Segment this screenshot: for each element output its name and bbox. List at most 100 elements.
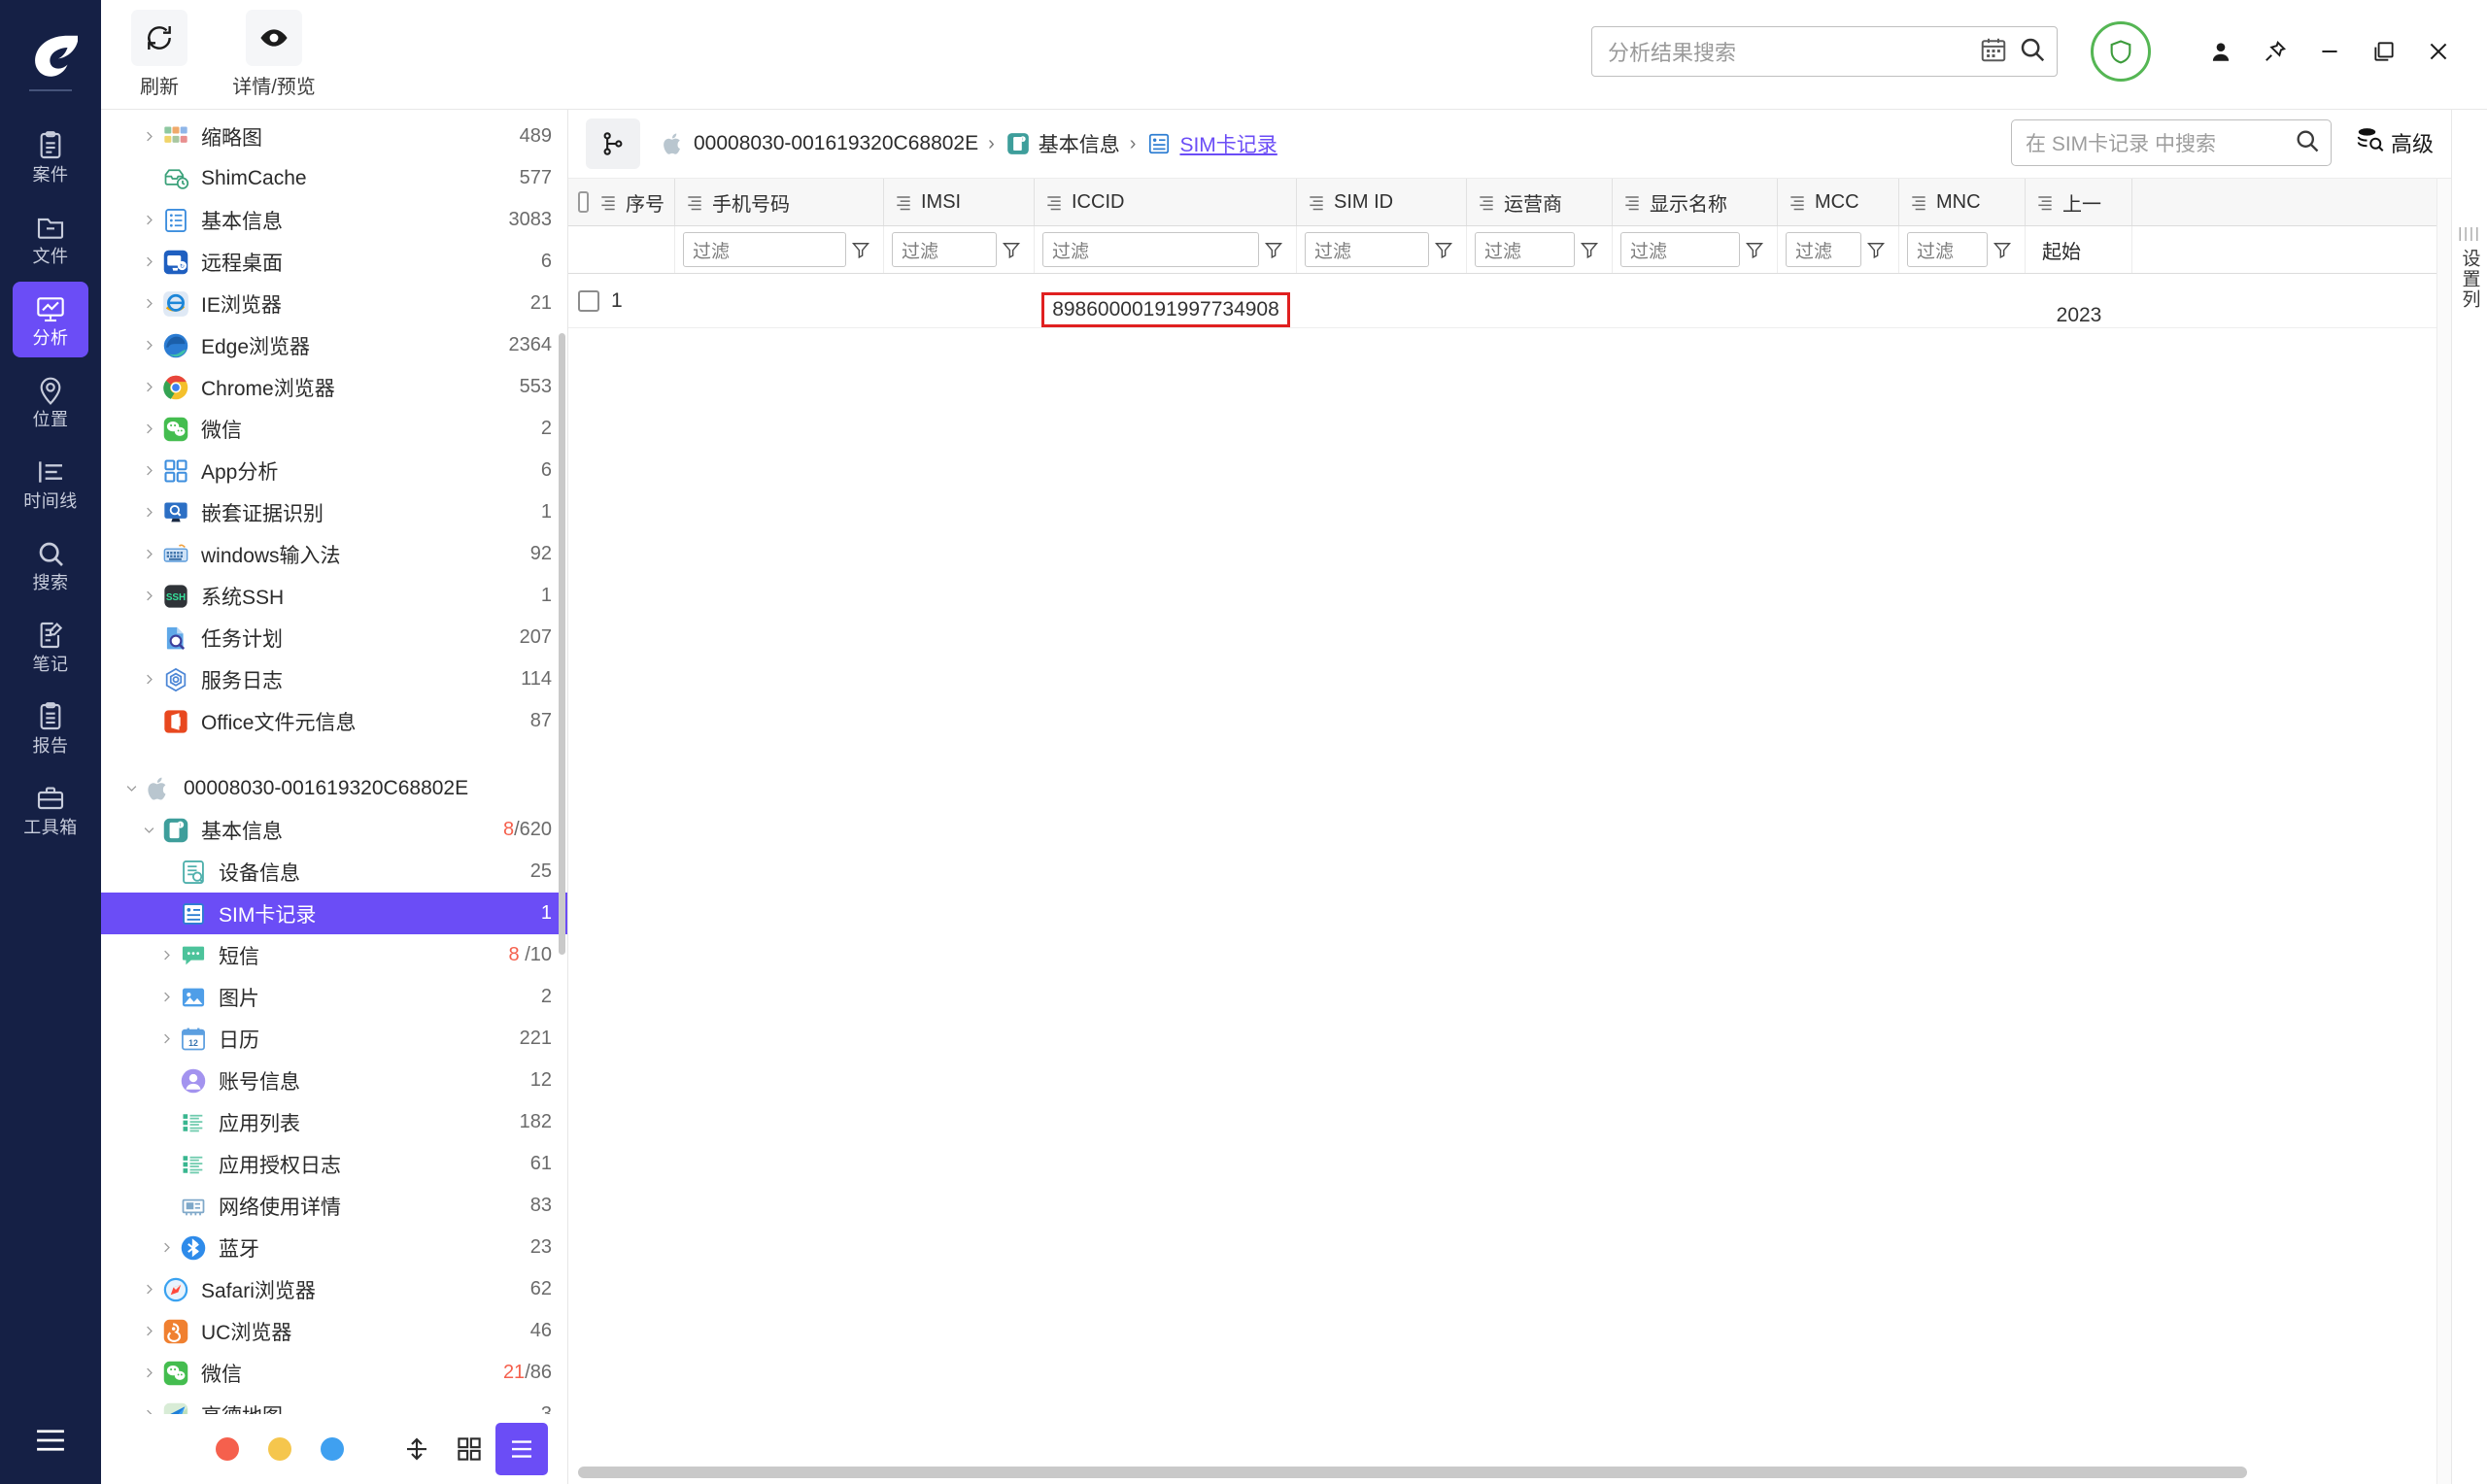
list-search[interactable]: 在 SIM卡记录 中搜索 [2010, 119, 2332, 166]
column-menu-icon[interactable] [685, 192, 704, 212]
tree-item[interactable]: 嵌套证据识别 1 [101, 491, 567, 533]
tree-item[interactable]: 应用列表 182 [101, 1101, 567, 1143]
tree-item[interactable]: 短信 8 /10 [101, 934, 567, 976]
table-row[interactable]: 1 89860000191997734908 2023 [568, 274, 2451, 328]
column-header-seq[interactable]: 序号 [568, 179, 675, 225]
tree-item[interactable]: ↻ 远程桌面 6 [101, 241, 567, 283]
chevron-right-icon[interactable] [136, 296, 161, 311]
chevron-down-icon[interactable] [136, 823, 161, 837]
sidebar-item-toolbox[interactable]: 工具箱 [13, 771, 88, 847]
column-menu-icon[interactable] [1788, 192, 1807, 212]
tree-item-selected[interactable]: SIM卡记录 1 [101, 893, 567, 934]
column-header-imsi[interactable]: IMSI [884, 179, 1035, 225]
filter-input-display[interactable]: 过滤 [1620, 232, 1740, 267]
column-header-lastuse[interactable]: 上一 [2026, 179, 2132, 225]
chevron-right-icon[interactable] [153, 948, 179, 962]
branch-icon[interactable] [586, 118, 640, 169]
close-button[interactable] [2411, 29, 2466, 74]
chevron-right-icon[interactable] [136, 213, 161, 227]
detail-preview-button[interactable]: 详情/预览 [216, 10, 332, 99]
tree-item[interactable]: 网络使用详情 83 [101, 1185, 567, 1227]
chevron-right-icon[interactable] [136, 338, 161, 353]
hamburger-menu-icon[interactable] [0, 1424, 101, 1457]
pin-button[interactable] [2248, 29, 2302, 74]
funnel-icon[interactable] [1861, 240, 1891, 259]
funnel-icon[interactable] [846, 240, 875, 259]
column-header-simid[interactable]: SIM ID [1297, 179, 1467, 225]
filter-input-mcc[interactable]: 过滤 [1786, 232, 1861, 267]
funnel-icon[interactable] [1575, 240, 1604, 259]
tree-item[interactable]: 微信 2 [101, 408, 567, 450]
tree-item[interactable]: 微信 21/86 [101, 1352, 567, 1394]
filter-input-simid[interactable]: 过滤 [1305, 232, 1429, 267]
column-header-display[interactable]: 显示名称 [1613, 179, 1778, 225]
column-menu-icon[interactable] [1044, 192, 1064, 212]
tree-item[interactable]: ShimCache 577 [101, 157, 567, 199]
sidebar-item-analysis[interactable]: 分析 [13, 282, 88, 357]
global-search[interactable]: 分析结果搜索 [1591, 26, 2058, 77]
grid-view-button[interactable] [443, 1423, 495, 1475]
account-button[interactable] [2194, 29, 2248, 74]
search-icon[interactable] [2294, 127, 2321, 159]
chevron-right-icon[interactable] [136, 589, 161, 603]
chevron-right-icon[interactable] [136, 1282, 161, 1297]
column-menu-icon[interactable] [1477, 192, 1496, 212]
tree-item[interactable]: windows输入法 92 [101, 533, 567, 575]
global-search-input[interactable]: 分析结果搜索 [1608, 36, 1969, 67]
sort-button[interactable] [391, 1423, 443, 1475]
sidebar-item-report[interactable]: 报告 [13, 690, 88, 765]
shield-check-icon[interactable] [2091, 21, 2151, 82]
chevron-right-icon[interactable] [136, 1407, 161, 1414]
chevron-right-icon[interactable] [153, 990, 179, 1004]
column-menu-icon[interactable] [1307, 192, 1326, 212]
chevron-right-icon[interactable] [136, 254, 161, 269]
sidebar-item-timeline[interactable]: 时间线 [13, 445, 88, 521]
evidence-tree[interactable]: 缩略图 489 ShimCache 577 基本信息 3083 ↻ 远程桌面 6 IE浏览器 21 E… [101, 110, 567, 1414]
restore-button[interactable] [2357, 29, 2411, 74]
chevron-right-icon[interactable] [136, 505, 161, 520]
column-header-mcc[interactable]: MCC [1778, 179, 1899, 225]
chevron-right-icon[interactable] [136, 463, 161, 478]
column-menu-icon[interactable] [894, 192, 913, 212]
funnel-icon[interactable] [1988, 240, 2017, 259]
chevron-right-icon[interactable] [153, 1240, 179, 1255]
sidebar-item-case[interactable]: 案件 [13, 118, 88, 194]
tree-item[interactable]: 12 日历 221 [101, 1018, 567, 1060]
sidebar-item-search[interactable]: 搜索 [13, 526, 88, 602]
sidebar-item-files[interactable]: 文件 [13, 200, 88, 276]
chevron-right-icon[interactable] [136, 422, 161, 436]
tree-item[interactable]: 服务日志 114 [101, 658, 567, 700]
column-header-mnc[interactable]: MNC [1899, 179, 2026, 225]
tree-item[interactable]: 高德地图 3 [101, 1394, 567, 1414]
column-menu-icon[interactable] [598, 192, 618, 212]
sidebar-item-location[interactable]: 位置 [13, 363, 88, 439]
select-all-checkbox[interactable] [578, 191, 589, 213]
tree-item[interactable]: 基本信息 3083 [101, 199, 567, 241]
tree-item[interactable]: 账号信息 12 [101, 1060, 567, 1101]
vertical-scrollbar[interactable] [2436, 179, 2451, 1484]
filter-input-phone[interactable]: 过滤 [683, 232, 846, 267]
refresh-button[interactable]: 刷新 [124, 10, 194, 99]
tree-item[interactable]: SSH 系统SSH 1 [101, 575, 567, 617]
filter-input-imsi[interactable]: 过滤 [892, 232, 997, 267]
breadcrumb-item-device[interactable]: 00008030-001619320C68802E [660, 130, 978, 157]
column-header-phone[interactable]: 手机号码 [675, 179, 884, 225]
tree-item[interactable]: IE浏览器 21 [101, 283, 567, 324]
tree-item[interactable]: 蓝牙 23 [101, 1227, 567, 1268]
tree-item[interactable]: Safari浏览器 62 [101, 1268, 567, 1310]
chevron-right-icon[interactable] [136, 1324, 161, 1338]
tree-item[interactable]: 任务计划 207 [101, 617, 567, 658]
chevron-right-icon[interactable] [136, 129, 161, 144]
sidebar-item-notes[interactable]: 笔记 [13, 608, 88, 684]
tree-item[interactable]: 缩略图 489 [101, 116, 567, 157]
filter-input-carrier[interactable]: 过滤 [1475, 232, 1575, 267]
breadcrumb-item-sim[interactable]: SIM卡记录 [1145, 129, 1278, 158]
funnel-icon[interactable] [1259, 240, 1288, 259]
column-menu-icon[interactable] [2035, 192, 2055, 212]
column-header-carrier[interactable]: 运营商 [1467, 179, 1613, 225]
tree-item[interactable]: UC浏览器 46 [101, 1310, 567, 1352]
column-settings-strip[interactable]: |||| 设置列 [2451, 110, 2487, 1484]
funnel-icon[interactable] [1429, 240, 1458, 259]
tree-item[interactable]: 00008030-001619320C68802E [101, 767, 567, 809]
list-search-input[interactable]: 在 SIM卡记录 中搜索 [2026, 128, 2294, 157]
